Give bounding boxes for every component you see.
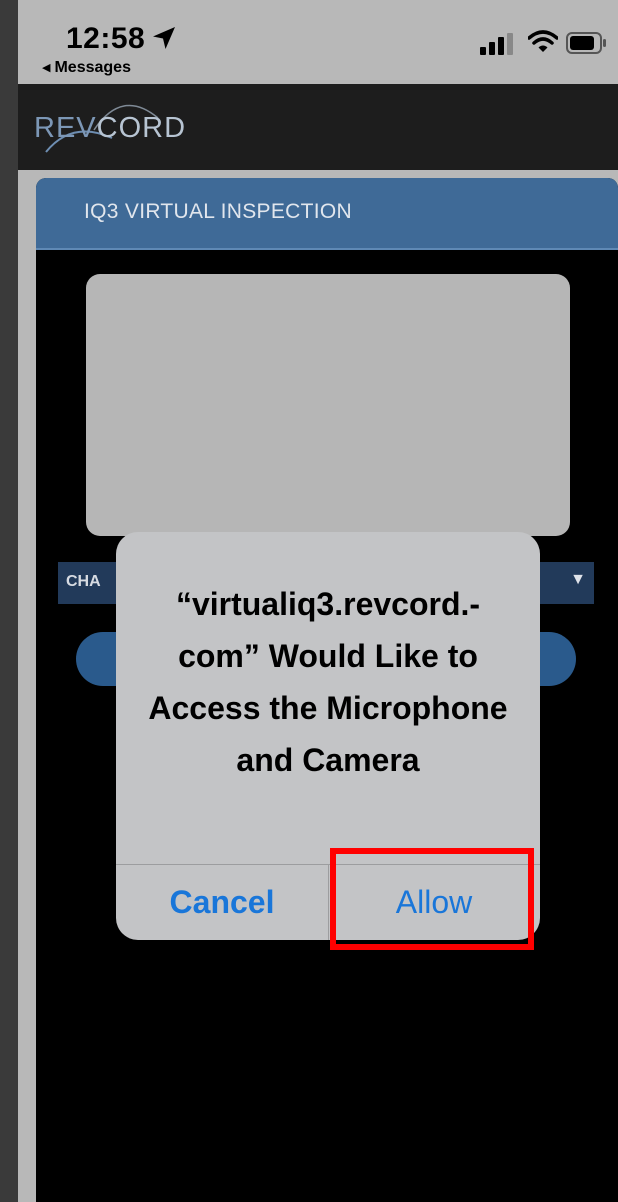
logo-part-cord: CORD bbox=[96, 112, 187, 144]
allow-highlight-box bbox=[330, 848, 534, 950]
dropdown-caret-icon: ▼ bbox=[570, 571, 586, 588]
cancel-button[interactable]: Cancel bbox=[116, 864, 328, 940]
status-time: 12:58 bbox=[66, 22, 146, 55]
back-triangle-icon: ◀ bbox=[42, 62, 51, 74]
panel-header: IQ3 VIRTUAL INSPECTION bbox=[36, 178, 618, 250]
alert-title: “virtualiq3.revcord.-com” Would Like to … bbox=[148, 586, 508, 778]
app-header: REVCORD bbox=[18, 84, 618, 170]
back-to-messages-link[interactable]: ◀ Messages bbox=[42, 59, 131, 77]
logo-part-rev: REV bbox=[34, 112, 97, 144]
status-bar: 12:58 ◀ Messages bbox=[18, 0, 618, 84]
cellular-signal-icon bbox=[480, 33, 513, 55]
back-label-text: Messages bbox=[54, 59, 131, 76]
phone-screen: 12:58 ◀ Messages REVCORD IQ3 VIRTUAL INS… bbox=[18, 0, 618, 1202]
channel-label: CHA bbox=[66, 573, 101, 590]
battery-icon bbox=[566, 32, 606, 54]
revcord-logo: REVCORD bbox=[34, 112, 186, 145]
location-arrow-icon bbox=[153, 27, 175, 49]
wifi-icon bbox=[528, 30, 558, 52]
left-margin-strip bbox=[0, 0, 18, 1202]
panel-title: IQ3 VIRTUAL INSPECTION bbox=[84, 200, 352, 223]
video-preview bbox=[86, 274, 570, 536]
